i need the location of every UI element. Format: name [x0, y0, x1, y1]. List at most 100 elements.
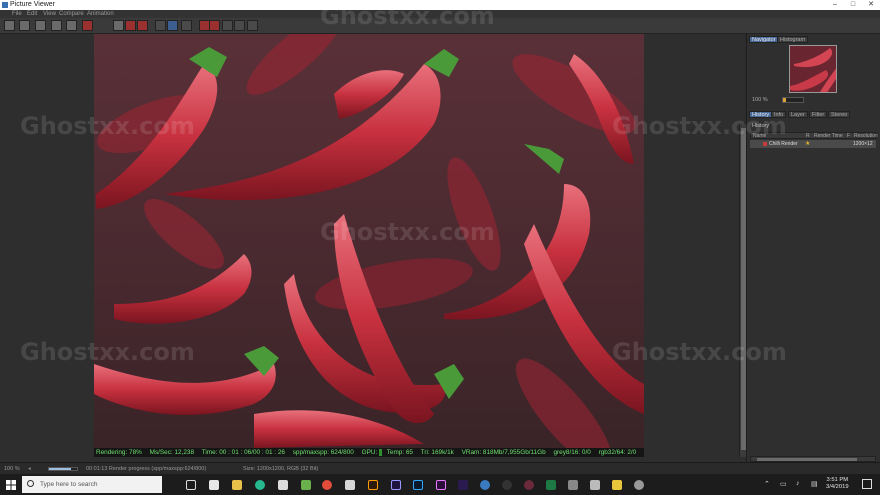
- status-gpu: GPU:: [361, 449, 378, 456]
- status-mssec: Ms/Sec: 12,238: [149, 449, 195, 456]
- history-row-name: Chilli Render: [769, 141, 798, 147]
- after-effects-icon[interactable]: [391, 480, 401, 490]
- col-resolution[interactable]: Resolution: [854, 133, 878, 139]
- search-placeholder: Type here to search: [40, 481, 98, 488]
- menu-edit[interactable]: Edit: [27, 10, 37, 18]
- copy-icon[interactable]: [51, 20, 62, 31]
- play-icon[interactable]: [234, 20, 245, 31]
- zoom-slider-handle[interactable]: [783, 98, 786, 102]
- window-title: Picture Viewer: [10, 1, 56, 8]
- history-row[interactable]: Chilli Render ★ 1200×12: [750, 140, 876, 148]
- save-icon[interactable]: [19, 20, 30, 31]
- app-window-icon[interactable]: [590, 480, 600, 490]
- col-render-time[interactable]: Render Time: [814, 133, 843, 139]
- title-bar: Picture Viewer – □ ✕: [0, 0, 880, 10]
- bottom-info-bar: 100 % ◂ 00:01:13 Render progress (spp/ma…: [0, 462, 880, 474]
- tab-layer[interactable]: Layer: [788, 111, 808, 118]
- app-green-icon[interactable]: [255, 480, 265, 490]
- windows-start-icon[interactable]: [6, 480, 16, 490]
- status-spp: spp/maxspp: 624/800: [292, 449, 354, 456]
- illustrator-icon[interactable]: [368, 480, 378, 490]
- render-color-icon: [763, 142, 767, 146]
- cinema4d-icon[interactable]: [480, 480, 490, 490]
- export-icon[interactable]: [66, 20, 77, 31]
- maximize-button[interactable]: □: [844, 0, 862, 10]
- chili-pepper-image: [94, 34, 644, 448]
- store-icon[interactable]: [209, 480, 219, 490]
- compare-swap-icon[interactable]: [137, 20, 148, 31]
- status-grey: grey8/16: 0/0: [553, 449, 591, 456]
- fit-icon[interactable]: [181, 20, 192, 31]
- history-heading: History: [752, 123, 770, 129]
- app-icon: [2, 2, 8, 8]
- menu-file[interactable]: File: [12, 10, 22, 18]
- clock-date: 3/4/2019: [826, 484, 849, 490]
- compare-b-icon[interactable]: [125, 20, 136, 31]
- col-name[interactable]: Name: [753, 133, 766, 139]
- render-progress-fill: [49, 468, 71, 470]
- network-icon[interactable]: ▭: [780, 480, 787, 488]
- taskbar-search-input[interactable]: Type here to search: [22, 476, 162, 493]
- col-f[interactable]: F: [847, 133, 850, 139]
- gpu-load-meter: [379, 448, 383, 456]
- navigator-thumbnail[interactable]: [789, 45, 837, 93]
- status-tri: Tri: 169k/1k: [420, 449, 454, 456]
- clock-time: 3:51 PM: [826, 477, 849, 483]
- premiere-icon[interactable]: [436, 480, 446, 490]
- render-progress-bar: [48, 467, 78, 471]
- compare-a-icon[interactable]: [113, 20, 124, 31]
- navigator-preview-icon: [790, 46, 836, 92]
- app-round-icon[interactable]: [634, 480, 644, 490]
- app-lime-icon[interactable]: [301, 480, 311, 490]
- close-button[interactable]: ✕: [862, 0, 880, 10]
- language-icon[interactable]: ▤: [811, 480, 818, 488]
- split-icon[interactable]: [167, 20, 178, 31]
- render-icon[interactable]: [82, 20, 93, 31]
- menu-animation[interactable]: Animation: [87, 10, 114, 18]
- grid-icon[interactable]: [155, 20, 166, 31]
- tab-stereo[interactable]: Stereo: [828, 111, 851, 118]
- last-frame-icon[interactable]: [247, 20, 258, 31]
- first-frame-icon[interactable]: [222, 20, 233, 31]
- col-r[interactable]: R: [806, 133, 810, 139]
- search-icon: [27, 480, 34, 487]
- notification-icon[interactable]: [862, 479, 872, 489]
- minimize-button[interactable]: –: [826, 0, 844, 10]
- system-clock[interactable]: 3:51 PM 3/4/2019: [826, 477, 849, 491]
- photoshop-icon[interactable]: [413, 480, 423, 490]
- status-time: Time: 00 : 01 : 06/00 : 01 : 26: [201, 449, 285, 456]
- toolbar: [0, 18, 880, 34]
- navigator-zoom-label: 100 %: [752, 97, 768, 103]
- status-temp: Temp: 65: [386, 449, 413, 456]
- tab-history[interactable]: History: [749, 111, 773, 118]
- excel-icon[interactable]: [546, 480, 556, 490]
- volume-icon[interactable]: ♪: [796, 480, 800, 487]
- star-icon[interactable]: ★: [805, 141, 810, 147]
- app-grey-icon[interactable]: [345, 480, 355, 490]
- task-view-icon[interactable]: [186, 480, 196, 490]
- save-as-icon[interactable]: [35, 20, 46, 31]
- vertical-scrollbar[interactable]: [739, 124, 746, 457]
- sticky-notes-icon[interactable]: [612, 480, 622, 490]
- status-rendering: Rendering: 78%: [96, 449, 142, 456]
- app-dark-icon[interactable]: [502, 480, 512, 490]
- menu-view[interactable]: View: [43, 10, 56, 18]
- panel-scrollbar-thumb[interactable]: [757, 458, 857, 461]
- menu-compare[interactable]: Compare: [59, 10, 84, 18]
- render-image[interactable]: [94, 34, 644, 448]
- app-folder-icon[interactable]: [568, 480, 578, 490]
- ipr-icon[interactable]: [209, 20, 220, 31]
- media-encoder-icon[interactable]: [458, 480, 468, 490]
- app-white-icon[interactable]: [278, 480, 288, 490]
- tab-histogram[interactable]: Histogram: [777, 36, 809, 43]
- navigator-zoom-slider[interactable]: [782, 97, 804, 103]
- chrome-icon[interactable]: [322, 480, 332, 490]
- file-explorer-icon[interactable]: [232, 480, 242, 490]
- tray-chevron-icon[interactable]: ⌃: [764, 480, 770, 488]
- tab-info[interactable]: Info: [771, 111, 787, 118]
- tab-filter[interactable]: Filter: [809, 111, 828, 118]
- app-maroon-icon[interactable]: [524, 480, 534, 490]
- status-vram: VRam: 818Mb/7,955Gb/11Gb: [461, 449, 546, 456]
- open-icon[interactable]: [4, 20, 15, 31]
- tab-navigator[interactable]: Navigator: [749, 36, 779, 43]
